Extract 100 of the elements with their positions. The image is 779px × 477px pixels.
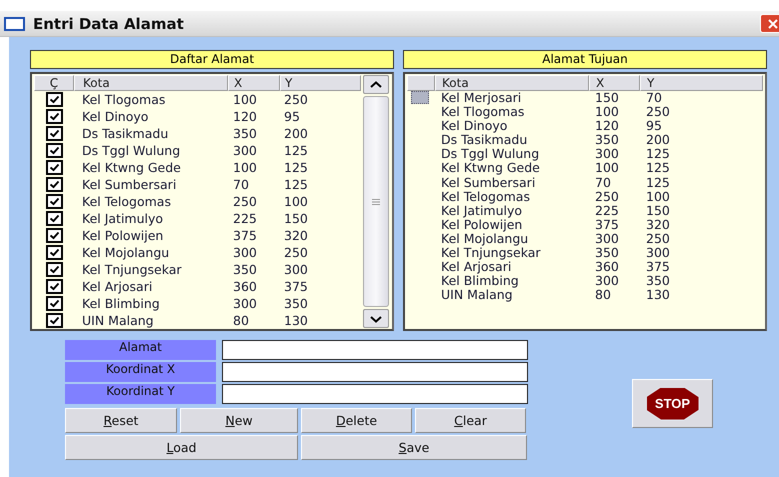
action-button[interactable]: Clear	[415, 408, 526, 433]
check-icon	[48, 129, 60, 138]
table-cell-text: 130	[645, 288, 671, 302]
close-icon	[768, 18, 778, 28]
checkbox[interactable]	[46, 160, 62, 175]
table-cell-text: 125	[283, 177, 309, 192]
table-cell-text: Kel Sumbersari	[440, 176, 536, 190]
action-button[interactable]: Load	[65, 435, 298, 460]
column-header[interactable]: Kota	[435, 75, 589, 91]
checkbox[interactable]	[46, 228, 62, 243]
table-cell-text: 200	[283, 126, 309, 141]
table-cell-text: Kel Polowijen	[440, 218, 524, 232]
table-cell-text: 120	[232, 109, 258, 124]
table-cell-text: 225	[594, 204, 620, 218]
table-cell-text: 125	[645, 161, 671, 176]
table-cell-text: Ds Tggl Wulung	[81, 143, 182, 158]
table-cell-text: Ds Tasikmadu	[81, 126, 170, 141]
table-cell-text: Kel Blimbing	[440, 274, 520, 288]
panel-header: Daftar Alamat	[30, 50, 394, 69]
checkbox[interactable]	[46, 109, 62, 124]
table-cell-text: 125	[283, 160, 309, 175]
check-icon	[48, 231, 60, 240]
table-cell-text: 150	[645, 204, 671, 218]
input-field[interactable]	[222, 362, 528, 382]
table-cell-text: 300	[232, 143, 258, 158]
table-cell-text: 150	[594, 91, 620, 106]
table-cell-text: Kel Tlogomas	[440, 105, 526, 120]
table-cell-text: Ds Tggl Wulung	[440, 147, 540, 162]
table-cell-text: 320	[645, 218, 671, 232]
panel-header: Alamat Tujuan	[403, 50, 767, 69]
table-cell-text: Kel Telogomas	[81, 194, 172, 209]
action-button[interactable]: Reset	[65, 408, 177, 433]
window-icon	[4, 16, 25, 30]
table-cell-text: Kel Arjosari	[81, 279, 154, 294]
checkbox[interactable]	[46, 126, 62, 141]
table-cell-text: 70	[232, 177, 250, 192]
checkbox[interactable]	[46, 262, 62, 277]
checkbox[interactable]	[46, 211, 62, 226]
check-icon	[48, 197, 60, 206]
checkbox[interactable]	[46, 177, 62, 192]
field-label: Alamat	[65, 340, 216, 360]
checkbox[interactable]	[46, 143, 62, 158]
scroll-down-button[interactable]	[363, 309, 389, 328]
checkbox[interactable]	[46, 296, 62, 311]
row-indicator[interactable]	[411, 91, 429, 104]
table-cell-text: Kel Blimbing	[81, 296, 161, 311]
table-cell-text: 360	[232, 279, 258, 294]
window-title: Entri Data Alamat	[33, 14, 185, 32]
action-button[interactable]: Save	[301, 435, 527, 460]
field-label: Koordinat X	[65, 362, 216, 382]
action-button[interactable]: Delete	[301, 408, 412, 433]
column-header[interactable]: X	[228, 75, 280, 91]
check-icon	[48, 180, 60, 189]
scroll-thumb[interactable]	[363, 96, 389, 307]
table-cell-text: Kel Tnjungsekar	[81, 262, 183, 277]
input-field[interactable]	[222, 384, 528, 404]
check-icon	[48, 112, 60, 121]
table-cell-text: Kel Tnjungsekar	[440, 246, 542, 260]
table-cell-text: 120	[594, 119, 620, 134]
table-cell-text: 70	[645, 91, 663, 106]
table-cell-text: 300	[645, 246, 671, 260]
table-cell-text: 95	[283, 109, 301, 124]
scrollbar[interactable]	[363, 75, 389, 328]
check-icon	[48, 265, 60, 274]
table-cell-text: Kel Telogomas	[440, 190, 531, 204]
table-cell-text: 225	[232, 211, 258, 226]
input-field[interactable]	[222, 340, 528, 360]
table-cell-text: 200	[645, 133, 671, 148]
column-header[interactable]: Y	[640, 75, 763, 91]
table-cell-text: 300	[594, 147, 620, 162]
table-cell-text: 80	[594, 288, 612, 302]
table-cell-text: 125	[283, 143, 309, 158]
checkbox[interactable]	[46, 194, 62, 209]
table-cell-text: 80	[232, 313, 250, 328]
table-cell-text: 350	[594, 133, 620, 148]
table-cell-text: 300	[232, 245, 258, 260]
check-icon	[48, 282, 60, 291]
table-cell-text: 130	[283, 313, 309, 328]
column-header[interactable]: X	[589, 75, 640, 91]
table-cell-text: UIN Malang	[81, 313, 155, 328]
scroll-up-button[interactable]	[363, 75, 389, 94]
stop-sign-icon: STOP	[646, 388, 698, 420]
checkbox[interactable]	[46, 245, 62, 260]
checkbox[interactable]	[46, 92, 62, 107]
column-header[interactable]: Kota	[74, 75, 228, 91]
table-cell-text: 350	[232, 126, 258, 141]
action-button[interactable]: New	[180, 408, 298, 433]
table-cell-text: 300	[232, 296, 258, 311]
check-icon	[48, 95, 60, 104]
stop-button[interactable]: STOP	[632, 379, 713, 428]
table-cell-text: 125	[645, 147, 671, 162]
table-cell-text: 100	[232, 160, 258, 175]
close-button[interactable]	[760, 14, 779, 33]
checkbox[interactable]	[46, 313, 62, 328]
column-header[interactable]: Ç	[34, 75, 74, 91]
table-cell-text: Kel Ktwng Gede	[440, 161, 541, 176]
table-cell-text: Kel Jatimulyo	[440, 204, 522, 218]
checkbox[interactable]	[46, 279, 62, 294]
table-cell-text: 250	[232, 194, 258, 209]
column-header[interactable]: Y	[280, 75, 361, 91]
